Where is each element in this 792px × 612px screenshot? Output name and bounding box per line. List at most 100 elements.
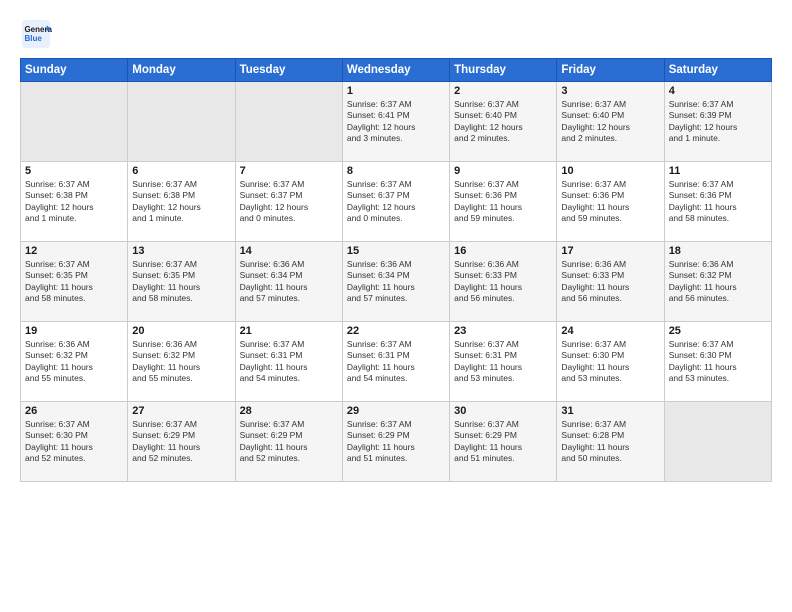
day-number: 18 [669, 245, 767, 257]
day-info: Sunrise: 6:36 AMSunset: 6:33 PMDaylight:… [561, 259, 659, 305]
calendar-cell [235, 82, 342, 162]
logo: General Blue [20, 18, 56, 50]
weekday-header-friday: Friday [557, 59, 664, 82]
weekday-header-saturday: Saturday [664, 59, 771, 82]
weekday-header-row: SundayMondayTuesdayWednesdayThursdayFrid… [21, 59, 772, 82]
day-number: 15 [347, 245, 445, 257]
calendar-cell: 31 Sunrise: 6:37 AMSunset: 6:28 PMDayligh… [557, 402, 664, 482]
day-info: Sunrise: 6:37 AMSunset: 6:28 PMDaylight:… [561, 419, 659, 465]
calendar-cell: 26 Sunrise: 6:37 AMSunset: 6:30 PMDayligh… [21, 402, 128, 482]
calendar-cell: 14 Sunrise: 6:36 AMSunset: 6:34 PMDayligh… [235, 242, 342, 322]
day-number: 6 [132, 165, 230, 177]
week-row-0: 1 Sunrise: 6:37 AMSunset: 6:41 PMDaylight… [21, 82, 772, 162]
day-info: Sunrise: 6:37 AMSunset: 6:30 PMDaylight:… [25, 419, 123, 465]
day-info: Sunrise: 6:36 AMSunset: 6:34 PMDaylight:… [240, 259, 338, 305]
day-number: 28 [240, 405, 338, 417]
day-number: 29 [347, 405, 445, 417]
calendar-cell: 8Sunrise: 6:37 AMSunset: 6:37 PMDaylight… [342, 162, 449, 242]
day-info: Sunrise: 6:37 AMSunset: 6:31 PMDaylight:… [240, 339, 338, 385]
calendar-cell: 25Sunrise: 6:37 AMSunset: 6:30 PMDayligh… [664, 322, 771, 402]
day-info: Sunrise: 6:37 AMSunset: 6:37 PMDaylight:… [347, 179, 445, 225]
calendar-cell [21, 82, 128, 162]
day-number: 4 [669, 85, 767, 97]
day-number: 17 [561, 245, 659, 257]
day-info: Sunrise: 6:37 AMSunset: 6:39 PMDaylight:… [669, 99, 767, 145]
weekday-header-wednesday: Wednesday [342, 59, 449, 82]
week-row-4: 26 Sunrise: 6:37 AMSunset: 6:30 PMDayligh… [21, 402, 772, 482]
calendar-cell: 18 Sunrise: 6:36 AMSunset: 6:32 PMDayligh… [664, 242, 771, 322]
day-info: Sunrise: 6:37 AMSunset: 6:36 PMDaylight:… [669, 179, 767, 225]
day-number: 12 [25, 245, 123, 257]
calendar-cell: 11 Sunrise: 6:37 AMSunset: 6:36 PMDayligh… [664, 162, 771, 242]
week-row-3: 19 Sunrise: 6:36 AMSunset: 6:32 PMDayligh… [21, 322, 772, 402]
day-info: Sunrise: 6:37 AMSunset: 6:40 PMDaylight:… [561, 99, 659, 145]
calendar-cell: 29Sunrise: 6:37 AMSunset: 6:29 PMDayligh… [342, 402, 449, 482]
day-info: Sunrise: 6:37 AMSunset: 6:31 PMDaylight:… [347, 339, 445, 385]
day-number: 14 [240, 245, 338, 257]
day-info: Sunrise: 6:36 AMSunset: 6:32 PMDaylight:… [132, 339, 230, 385]
calendar-table: SundayMondayTuesdayWednesdayThursdayFrid… [20, 58, 772, 482]
day-info: Sunrise: 6:37 AMSunset: 6:29 PMDaylight:… [240, 419, 338, 465]
day-number: 31 [561, 405, 659, 417]
day-number: 22 [347, 325, 445, 337]
calendar-cell: 21 Sunrise: 6:37 AMSunset: 6:31 PMDayligh… [235, 322, 342, 402]
day-info: Sunrise: 6:36 AMSunset: 6:32 PMDaylight:… [25, 339, 123, 385]
weekday-header-monday: Monday [128, 59, 235, 82]
calendar-cell: 1 Sunrise: 6:37 AMSunset: 6:41 PMDaylight… [342, 82, 449, 162]
page: General Blue SundayMondayTuesdayWednesda… [0, 0, 792, 612]
day-info: Sunrise: 6:37 AMSunset: 6:29 PMDaylight:… [454, 419, 552, 465]
calendar-cell: 3 Sunrise: 6:37 AMSunset: 6:40 PMDaylight… [557, 82, 664, 162]
calendar-cell: 17 Sunrise: 6:36 AMSunset: 6:33 PMDayligh… [557, 242, 664, 322]
calendar-cell: 6 Sunrise: 6:37 AMSunset: 6:38 PMDaylight… [128, 162, 235, 242]
day-info: Sunrise: 6:36 AMSunset: 6:32 PMDaylight:… [669, 259, 767, 305]
day-info: Sunrise: 6:37 AMSunset: 6:35 PMDaylight:… [132, 259, 230, 305]
day-number: 1 [347, 85, 445, 97]
day-number: 24 [561, 325, 659, 337]
calendar-cell: 16Sunrise: 6:36 AMSunset: 6:33 PMDayligh… [450, 242, 557, 322]
day-info: Sunrise: 6:37 AMSunset: 6:31 PMDaylight:… [454, 339, 552, 385]
day-number: 3 [561, 85, 659, 97]
day-number: 13 [132, 245, 230, 257]
day-info: Sunrise: 6:37 AMSunset: 6:41 PMDaylight:… [347, 99, 445, 145]
svg-text:Blue: Blue [24, 34, 42, 43]
calendar-cell: 24 Sunrise: 6:37 AMSunset: 6:30 PMDayligh… [557, 322, 664, 402]
calendar-cell: 30 Sunrise: 6:37 AMSunset: 6:29 PMDayligh… [450, 402, 557, 482]
calendar-cell: 22 Sunrise: 6:37 AMSunset: 6:31 PMDayligh… [342, 322, 449, 402]
weekday-header-tuesday: Tuesday [235, 59, 342, 82]
day-number: 27 [132, 405, 230, 417]
day-info: Sunrise: 6:37 AMSunset: 6:38 PMDaylight:… [132, 179, 230, 225]
weekday-header-sunday: Sunday [21, 59, 128, 82]
day-info: Sunrise: 6:36 AMSunset: 6:34 PMDaylight:… [347, 259, 445, 305]
weekday-header-thursday: Thursday [450, 59, 557, 82]
calendar-cell: 5Sunrise: 6:37 AMSunset: 6:38 PMDaylight… [21, 162, 128, 242]
calendar-cell: 4 Sunrise: 6:37 AMSunset: 6:39 PMDaylight… [664, 82, 771, 162]
calendar-cell: 7 Sunrise: 6:37 AMSunset: 6:37 PMDaylight… [235, 162, 342, 242]
calendar-cell [128, 82, 235, 162]
day-info: Sunrise: 6:37 AMSunset: 6:37 PMDaylight:… [240, 179, 338, 225]
day-number: 26 [25, 405, 123, 417]
day-number: 25 [669, 325, 767, 337]
calendar-cell: 27Sunrise: 6:37 AMSunset: 6:29 PMDayligh… [128, 402, 235, 482]
day-number: 30 [454, 405, 552, 417]
day-info: Sunrise: 6:37 AMSunset: 6:36 PMDaylight:… [561, 179, 659, 225]
calendar-cell: 10 Sunrise: 6:37 AMSunset: 6:36 PMDayligh… [557, 162, 664, 242]
calendar-cell: 13 Sunrise: 6:37 AMSunset: 6:35 PMDayligh… [128, 242, 235, 322]
day-number: 2 [454, 85, 552, 97]
day-number: 20 [132, 325, 230, 337]
calendar-cell: 12Sunrise: 6:37 AMSunset: 6:35 PMDayligh… [21, 242, 128, 322]
day-info: Sunrise: 6:37 AMSunset: 6:30 PMDaylight:… [561, 339, 659, 385]
day-number: 21 [240, 325, 338, 337]
day-number: 7 [240, 165, 338, 177]
calendar-cell: 15 Sunrise: 6:36 AMSunset: 6:34 PMDayligh… [342, 242, 449, 322]
calendar-cell: 20 Sunrise: 6:36 AMSunset: 6:32 PMDayligh… [128, 322, 235, 402]
day-number: 10 [561, 165, 659, 177]
week-row-2: 12 Sunrise: 6:37 AMSunset: 6:35 PMDayligh… [21, 242, 772, 322]
day-number: 11 [669, 165, 767, 177]
calendar-cell: 28 Sunrise: 6:37 AMSunset: 6:29 PMDayligh… [235, 402, 342, 482]
day-number: 16 [454, 245, 552, 257]
day-number: 9 [454, 165, 552, 177]
day-number: 23 [454, 325, 552, 337]
day-number: 19 [25, 325, 123, 337]
header: General Blue [20, 18, 772, 50]
calendar-cell: 19 Sunrise: 6:36 AMSunset: 6:32 PMDayligh… [21, 322, 128, 402]
